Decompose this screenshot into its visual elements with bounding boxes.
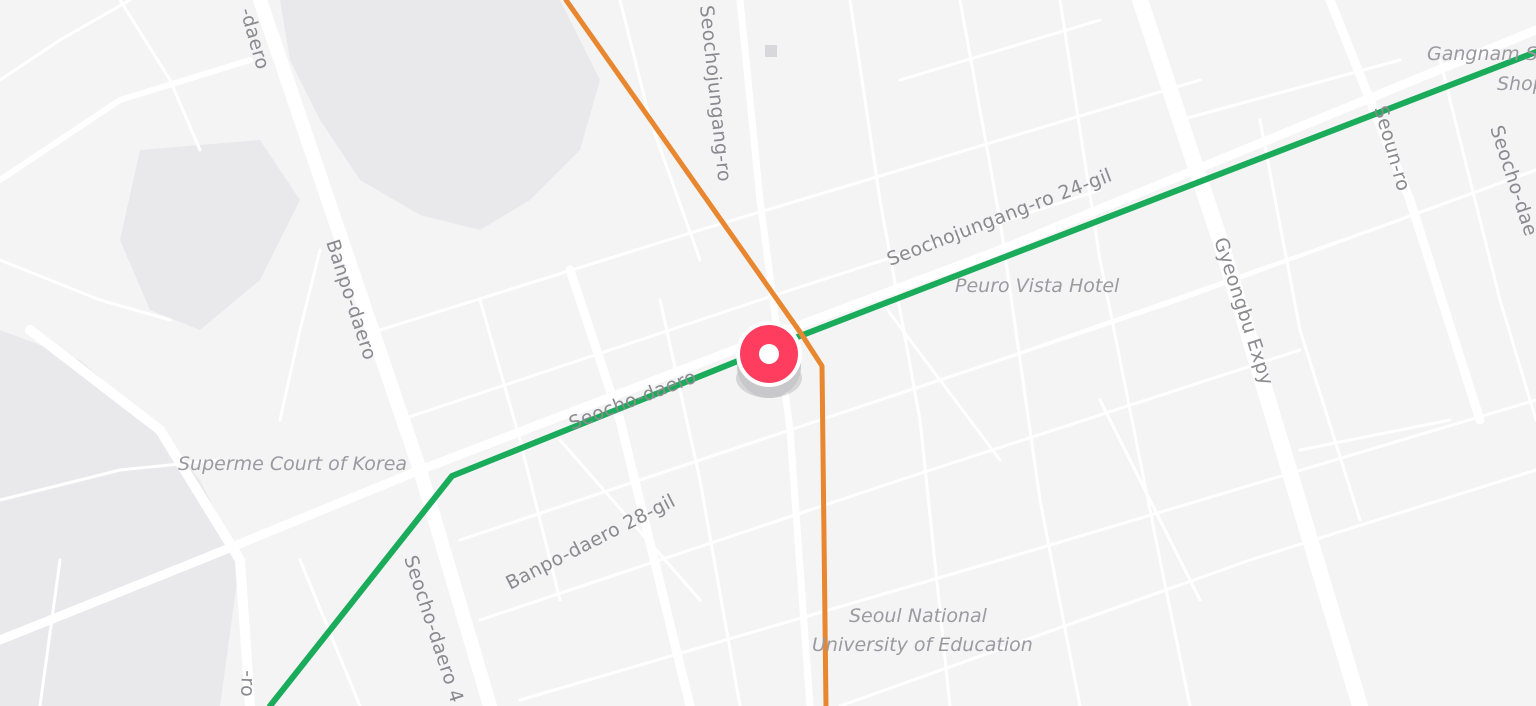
map-layer: Seochojungang-ro Seochojungang-ro 24-gil… — [0, 0, 1536, 706]
road-label-seochojungang-ro: Seochojungang-ro — [695, 4, 735, 183]
road-label-seoun-ro: Seoun-ro — [1369, 103, 1414, 193]
poi-label-gangnam-1[interactable]: Gangnam S — [1427, 43, 1536, 65]
poi-label-peuro-vista-hotel[interactable]: Peuro Vista Hotel — [955, 275, 1120, 297]
road-label-bottom-ro: -ro — [236, 670, 259, 698]
poi-label-gangnam-2[interactable]: Shop — [1497, 73, 1536, 95]
map-canvas[interactable]: Seochojungang-ro Seochojungang-ro 24-gil… — [0, 0, 1536, 706]
road-label-seocho-daero-right: Seocho-dae — [1485, 123, 1536, 239]
location-pin-icon[interactable] — [736, 321, 802, 398]
poi-label-seoul-national-1[interactable]: Seoul National — [849, 605, 988, 627]
poi-label-supreme-court[interactable]: Superme Court of Korea — [178, 453, 407, 475]
road-label-gyeongbu-expy: Gyeongbu Expy — [1209, 235, 1278, 388]
poi-label-seoul-national-2[interactable]: University of Education — [812, 634, 1033, 656]
road-label-seocho-daero: Seocho-daero — [566, 366, 700, 435]
